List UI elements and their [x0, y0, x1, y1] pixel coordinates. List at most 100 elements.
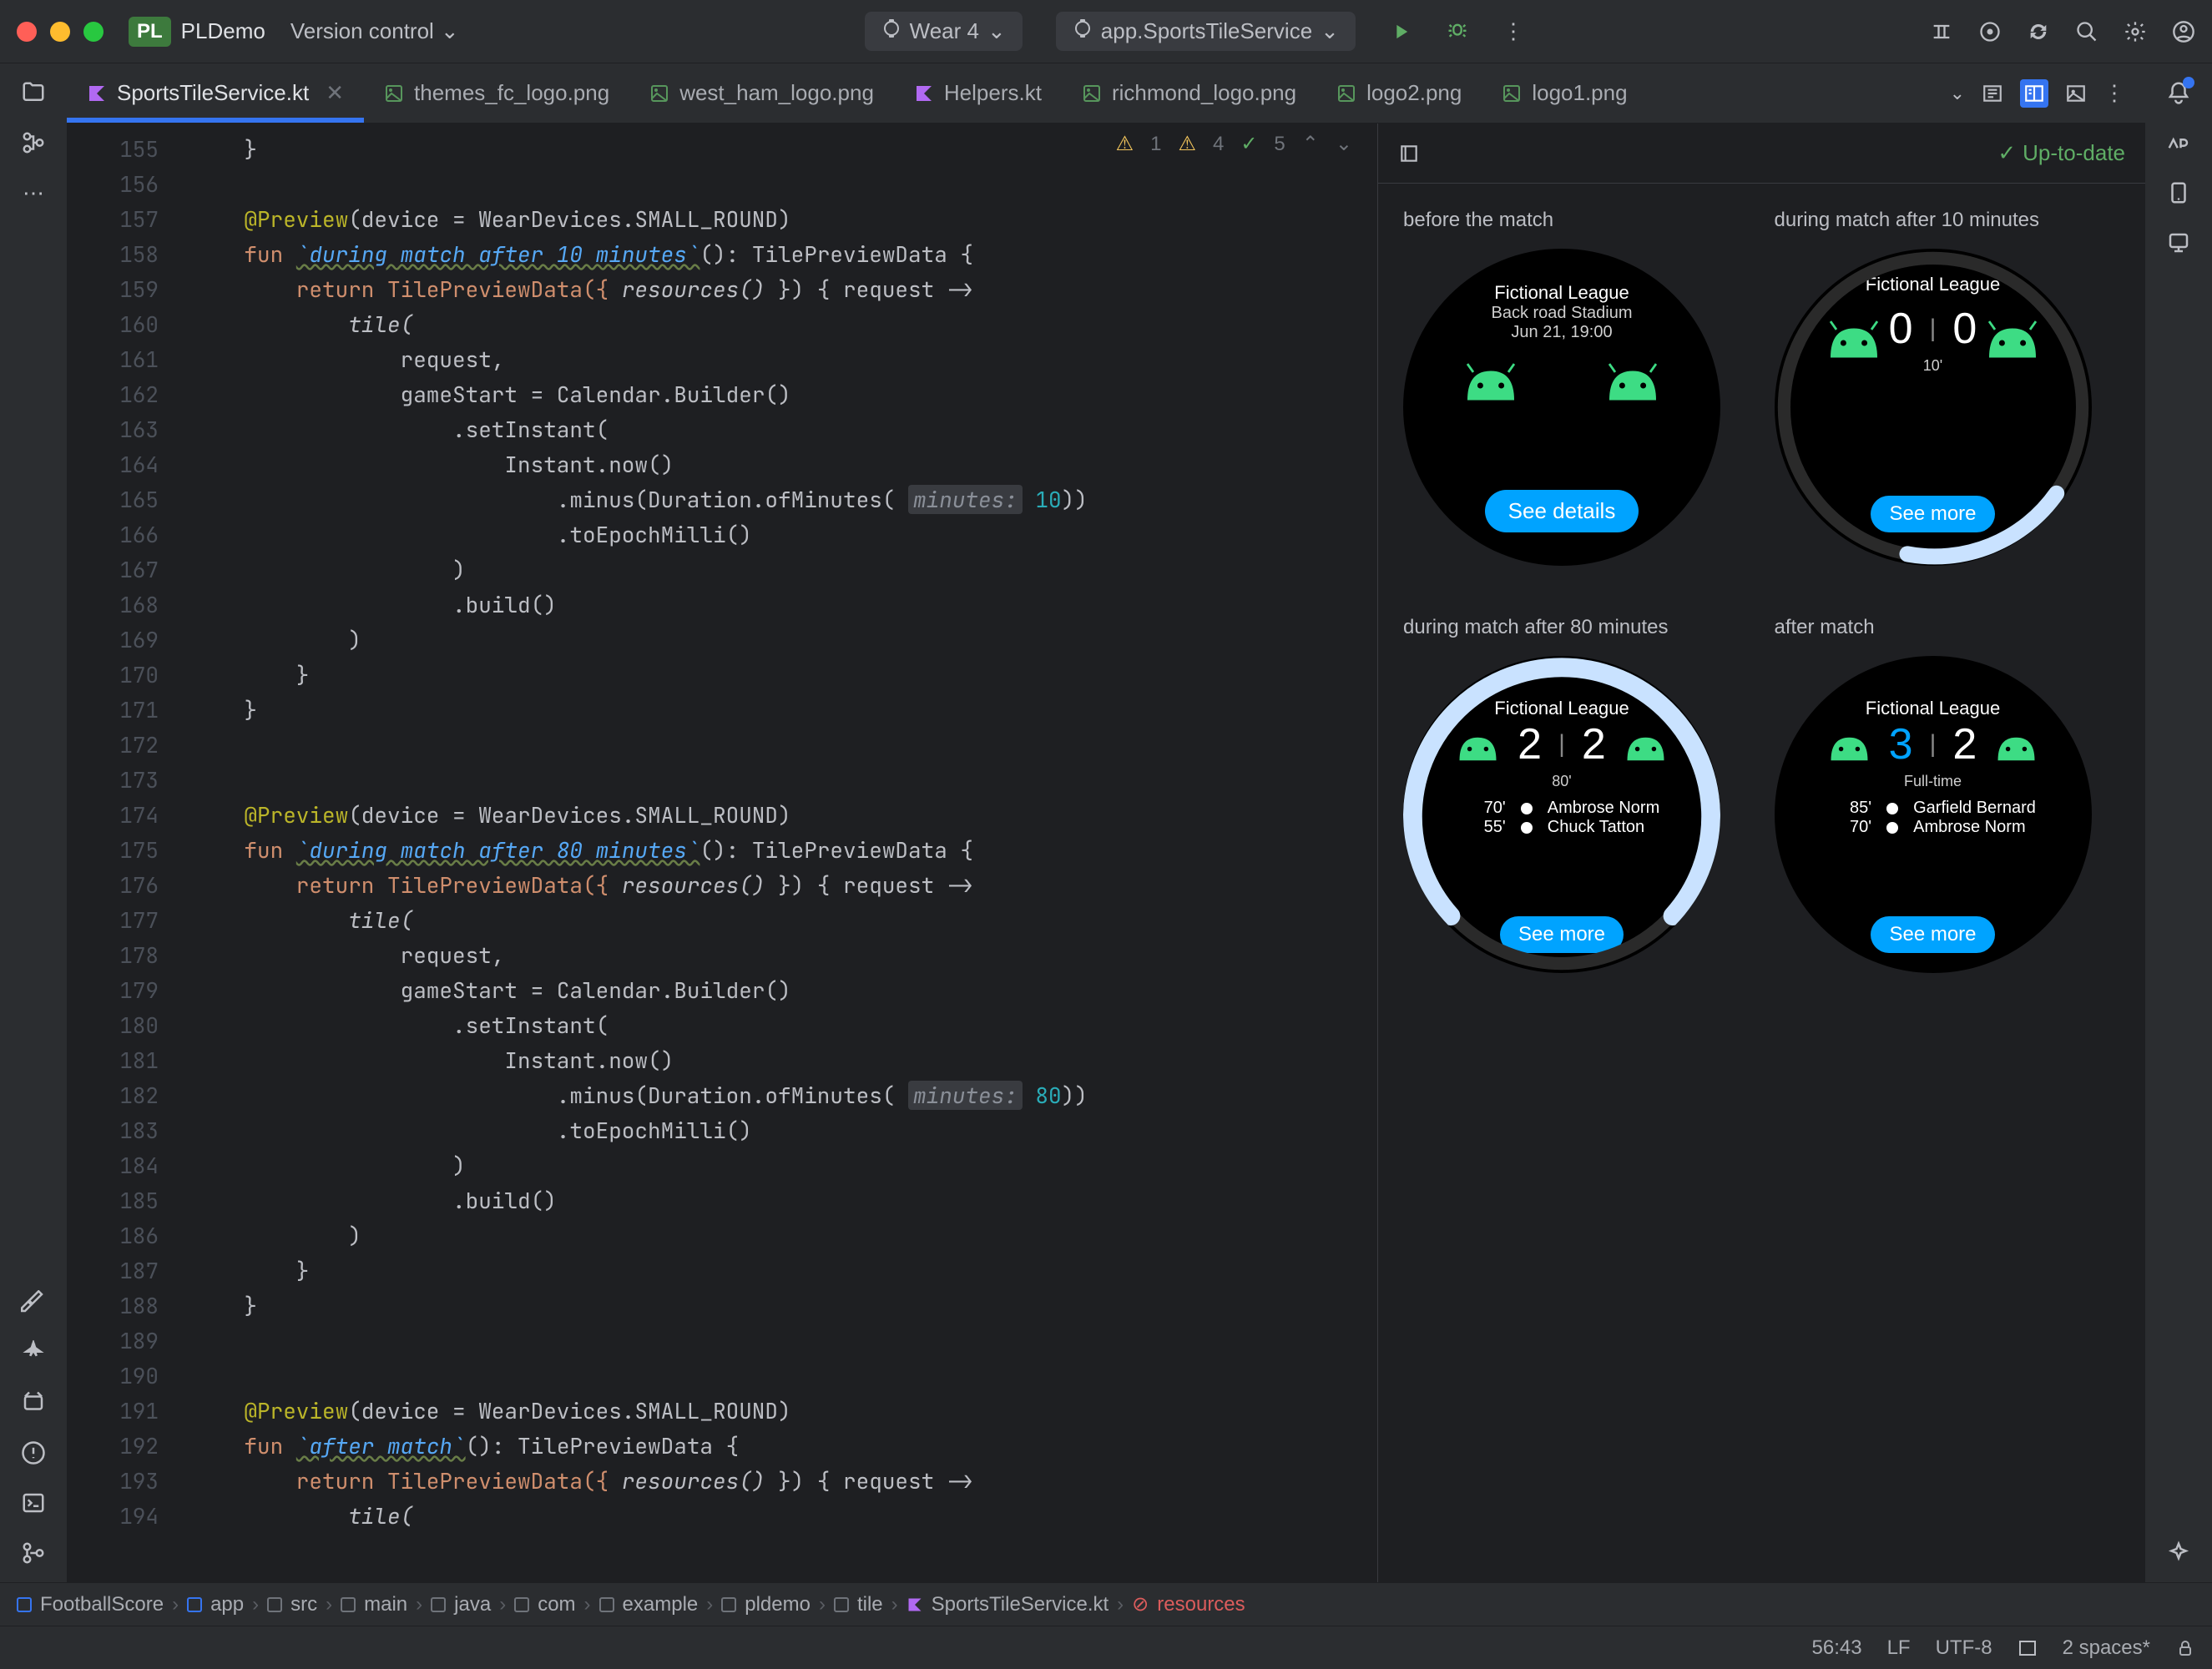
breadcrumb-item[interactable]: tile: [834, 1593, 883, 1616]
vcs-dropdown[interactable]: Version control ⌄: [290, 18, 459, 44]
problems-tool-icon[interactable]: [21, 1440, 46, 1465]
preview-refresh-icon[interactable]: [1398, 143, 1420, 164]
view-mode-split-icon[interactable]: [2020, 79, 2048, 108]
run-button[interactable]: [1389, 12, 1412, 51]
preview-grid: before the match Fictional League Back r…: [1378, 184, 2145, 1582]
tab-file[interactable]: west_ham_logo.png: [629, 63, 894, 123]
code-with-me-icon[interactable]: [1930, 20, 1953, 43]
more-tool-icon[interactable]: ⋯: [23, 180, 44, 206]
breadcrumb-item[interactable]: java: [431, 1593, 491, 1616]
view-mode-code-icon[interactable]: [1982, 83, 2003, 104]
more-icon[interactable]: ⋮: [1502, 12, 1524, 51]
team-logo-icon: [1826, 728, 1872, 761]
sparkle-icon[interactable]: [2166, 1540, 2191, 1566]
indent-setting[interactable]: 2 spaces*: [2063, 1636, 2150, 1660]
minimize-window-icon[interactable]: [50, 22, 70, 42]
chevron-down-icon: ⌄: [441, 18, 459, 44]
preview-status: ✓ Up-to-date: [1997, 140, 2125, 166]
team-logo-icon: [1993, 728, 2039, 761]
favorites-tool-icon[interactable]: [21, 1340, 46, 1365]
tab-file[interactable]: themes_fc_logo.png: [364, 63, 629, 123]
vcs-tool-icon[interactable]: [21, 1540, 46, 1566]
scorer-list: 85'Garfield Bernard 70'Ambrose Norm: [1830, 799, 2036, 837]
build-tool-icon[interactable]: [21, 1290, 46, 1315]
device-selector[interactable]: Wear 4 ⌄: [865, 12, 1023, 51]
inspection-summary[interactable]: ⚠1 ⚠4 ✓5 ⌃ ⌄: [1116, 132, 1352, 156]
structure-tool-icon[interactable]: [21, 130, 46, 155]
search-icon[interactable]: [2075, 20, 2098, 43]
progress-ring: [1775, 249, 2092, 566]
breadcrumb-item[interactable]: ⊘resources: [1132, 1592, 1245, 1616]
ai-assistant-icon[interactable]: [2166, 130, 2191, 155]
zoom-window-icon[interactable]: [83, 22, 104, 42]
code-editor[interactable]: ⚠1 ⚠4 ✓5 ⌃ ⌄ 155156157158159160161162163…: [67, 124, 1377, 1582]
main-area: ⋯ SportsTileService.kt ✕ themes_fc_logo.…: [0, 63, 2212, 1582]
editor-container: SportsTileService.kt ✕ themes_fc_logo.pn…: [67, 63, 2145, 1582]
see-more-button[interactable]: See more: [1871, 916, 1994, 953]
indent-icon[interactable]: [2018, 1638, 2038, 1658]
file-encoding[interactable]: UTF-8: [1936, 1636, 1992, 1660]
image-file-icon: [1502, 83, 1522, 103]
prev-highlight-icon[interactable]: ⌃: [1302, 132, 1319, 156]
tab-file[interactable]: logo2.png: [1316, 63, 1482, 123]
image-file-icon: [1336, 83, 1356, 103]
image-file-icon: [649, 83, 669, 103]
breadcrumb-item[interactable]: pldemo: [721, 1593, 811, 1616]
tabs-dropdown-icon[interactable]: ⌄: [1950, 83, 1965, 104]
image-file-icon: [384, 83, 404, 103]
breadcrumb-item[interactable]: app: [187, 1593, 244, 1616]
breadcrumb-item[interactable]: SportsTileService.kt: [907, 1593, 1109, 1616]
tab-file[interactable]: richmond_logo.png: [1062, 63, 1316, 123]
editor-tabs: SportsTileService.kt ✕ themes_fc_logo.pn…: [67, 63, 2145, 124]
breadcrumb-item[interactable]: com: [514, 1593, 575, 1616]
readonly-lock-icon[interactable]: [2175, 1638, 2195, 1658]
tab-file[interactable]: logo1.png: [1482, 63, 1647, 123]
terminal-tool-icon[interactable]: [21, 1490, 46, 1515]
emulator-icon[interactable]: [2166, 230, 2191, 255]
device-manager-icon[interactable]: [2166, 180, 2191, 205]
breadcrumb-item[interactable]: src: [267, 1593, 317, 1616]
right-tool-rail: [2145, 63, 2212, 1582]
preview-toolbar: ✓ Up-to-date: [1378, 124, 2145, 184]
notifications-icon[interactable]: [2166, 80, 2191, 105]
breadcrumb-item[interactable]: FootballScore: [17, 1593, 164, 1616]
check-icon: ✓: [1997, 140, 2016, 166]
next-highlight-icon[interactable]: ⌄: [1336, 132, 1352, 156]
window-controls: [17, 22, 104, 42]
see-details-button[interactable]: See details: [1485, 490, 1639, 532]
ball-icon: [1885, 801, 1900, 816]
close-icon[interactable]: ✕: [326, 80, 344, 106]
logcat-tool-icon[interactable]: [21, 1390, 46, 1415]
breadcrumb: FootballScore›app›src›main›java›com›exam…: [0, 1582, 2212, 1626]
line-gutter: 1551561571581591601611621631641651661671…: [67, 124, 175, 1582]
caret-position[interactable]: 56:43: [1812, 1636, 1862, 1660]
tabs-more-icon[interactable]: ⋮: [2103, 80, 2125, 106]
project-tool-icon[interactable]: [21, 80, 46, 105]
tab-file[interactable]: Helpers.kt: [894, 63, 1062, 123]
sync-icon[interactable]: [2027, 20, 2050, 43]
ball-icon: [1885, 820, 1900, 835]
watch-face: Fictional League 2 | 2 80' 70'Ambrose No…: [1403, 656, 1720, 973]
preview-panel: ✓ Up-to-date before the match Fictional …: [1377, 124, 2145, 1582]
code-body[interactable]: } @Preview(device = WearDevices.SMALL_RO…: [175, 124, 1377, 1582]
breadcrumb-item[interactable]: example: [599, 1593, 699, 1616]
team-logo-icon: [1603, 359, 1662, 401]
line-separator[interactable]: LF: [1887, 1636, 1911, 1660]
status-bar: 56:43 LF UTF-8 2 spaces*: [0, 1626, 2212, 1669]
watch-icon: [881, 18, 901, 44]
error-icon: ⚠: [1116, 132, 1134, 156]
team-logo-icon: [1462, 359, 1520, 401]
left-tool-rail: ⋯: [0, 63, 67, 1582]
tab-file[interactable]: SportsTileService.kt ✕: [67, 63, 364, 123]
breadcrumb-item[interactable]: main: [341, 1593, 407, 1616]
debug-button[interactable]: [1446, 12, 1469, 51]
close-window-icon[interactable]: [17, 22, 37, 42]
run-config-selector[interactable]: app.SportsTileService ⌄: [1056, 12, 1356, 51]
image-file-icon: [1082, 83, 1102, 103]
settings-icon[interactable]: [2124, 20, 2147, 43]
view-mode-design-icon[interactable]: [2065, 83, 2087, 104]
updates-icon[interactable]: [1978, 20, 2002, 43]
project-name[interactable]: PLDemo: [181, 18, 265, 44]
account-icon[interactable]: [2172, 20, 2195, 43]
chevron-down-icon: ⌄: [987, 18, 1006, 44]
